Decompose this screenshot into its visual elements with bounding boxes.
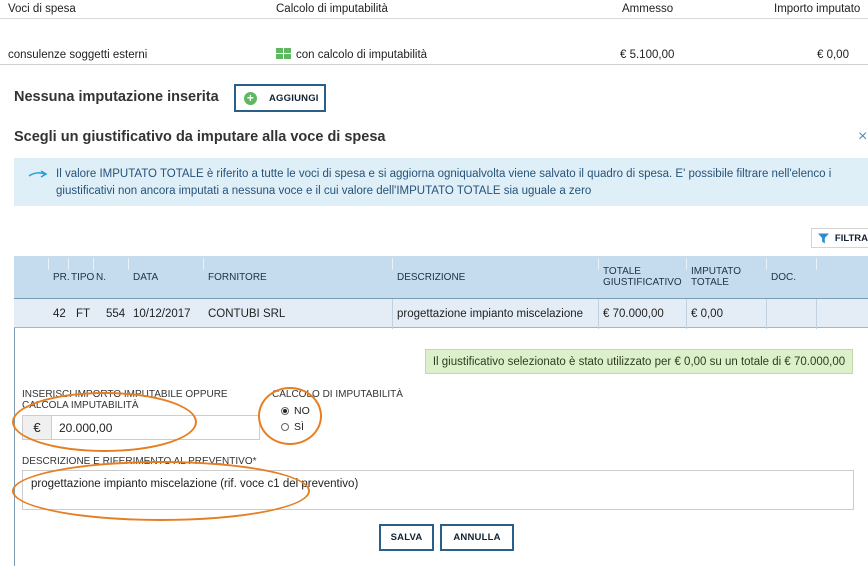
cell-pr: 42 — [53, 308, 66, 320]
th-separator — [48, 258, 49, 270]
filter-button[interactable]: FILTRA — [811, 228, 868, 248]
th-separator — [392, 258, 393, 270]
th-separator — [816, 258, 817, 270]
th-imputato-line1: IMPUTATO — [691, 266, 741, 277]
add-imputation-label: AGGIUNGI — [269, 92, 319, 104]
radio-no[interactable]: NO — [281, 405, 310, 417]
funnel-icon — [818, 232, 829, 244]
column-divider — [816, 299, 817, 329]
importo-label-line2: CALCOLA IMPUTABILITÀ — [22, 400, 139, 411]
save-button[interactable]: SALVA — [379, 524, 434, 551]
calcolo-imputabilita-value: con calcolo di imputabilità — [296, 49, 428, 61]
filter-label: FILTRA — [834, 232, 868, 244]
radio-si-label: SÌ — [294, 421, 304, 433]
voce-di-spesa: consulenze soggetti esterni — [8, 49, 148, 61]
info-text: Il valore IMPUTATO TOTALE è riferito a t… — [56, 168, 832, 197]
th-separator — [128, 258, 129, 270]
section-title: Scegli un giustificativo da imputare all… — [14, 129, 386, 145]
cell-data: 10/12/2017 — [133, 308, 191, 320]
th-separator — [68, 258, 69, 270]
importo-label-line1: INSERISCI IMPORTO IMPUTABILE OPPURE — [22, 389, 228, 400]
cell-descrizione: progettazione impianto miscelazione — [397, 308, 584, 320]
th-imputato-totale[interactable]: IMPUTATO TOTALE — [691, 256, 741, 298]
column-divider — [392, 299, 393, 329]
cell-totale: € 70.000,00 — [603, 308, 664, 320]
descrizione-input[interactable]: progettazione impianto miscelazione (rif… — [22, 470, 854, 510]
summary-header-row: Voci di spesa Calcolo di imputabilità Am… — [0, 0, 868, 19]
cell-fornitore: CONTUBI SRL — [208, 308, 286, 320]
importo-value: 20.000,00 — [59, 421, 113, 435]
th-separator — [686, 258, 687, 270]
grid-icon — [276, 48, 292, 60]
radio-si-indicator — [281, 423, 289, 431]
calcolo-imputabilita-cell: con calcolo di imputabilità — [276, 48, 427, 61]
th-separator — [203, 258, 204, 270]
radio-no-indicator — [281, 407, 289, 415]
th-separator — [598, 258, 599, 270]
header-ammesso: Ammesso — [622, 3, 674, 15]
th-imputato-line2: TOTALE — [691, 277, 729, 288]
currency-addon: € — [23, 416, 52, 439]
th-n[interactable]: N. — [96, 256, 106, 298]
th-data[interactable]: DATA — [133, 256, 158, 298]
cell-imputato: € 0,00 — [691, 308, 723, 320]
importo-input[interactable]: € 20.000,00 — [22, 415, 260, 440]
header-voci-di-spesa: Voci di spesa — [8, 3, 76, 15]
importo-imputato-value: € 0,00 — [817, 49, 849, 61]
th-tipo[interactable]: TIPO — [71, 256, 94, 298]
importo-label: INSERISCI IMPORTO IMPUTABILE OPPURE CALC… — [22, 389, 228, 411]
th-totale-giustificativo[interactable]: TOTALE GIUSTIFICATIVO — [603, 256, 682, 298]
th-separator — [766, 258, 767, 270]
cell-tipo: FT — [76, 308, 91, 320]
th-totale-line1: TOTALE — [603, 266, 641, 277]
calcolo-label: CALCOLO DI IMPUTABILITÀ — [272, 389, 403, 400]
radio-si[interactable]: SÌ — [281, 421, 304, 433]
table-header: PR. TIPO N. DATA FORNITORE DESCRIZIONE T… — [14, 256, 868, 298]
add-imputation-button[interactable]: + AGGIUNGI — [234, 84, 326, 112]
th-separator — [93, 258, 94, 270]
column-divider — [766, 299, 767, 329]
table-row[interactable]: 42 FT 554 10/12/2017 CONTUBI SRL progett… — [14, 298, 868, 329]
header-calcolo-imputabilita: Calcolo di imputabilità — [276, 3, 388, 15]
column-divider — [686, 299, 687, 329]
th-doc[interactable]: DOC. — [771, 256, 796, 298]
th-fornitore[interactable]: FORNITORE — [208, 256, 267, 298]
th-totale-line2: GIUSTIFICATIVO — [603, 277, 682, 288]
descrizione-label: DESCRIZIONE E RIFERIMENTO AL PREVENTIVO* — [22, 456, 257, 467]
no-imputation-title: Nessuna imputazione inserita — [14, 89, 219, 105]
descrizione-value: progettazione impianto miscelazione (rif… — [31, 478, 359, 490]
close-icon[interactable]: × — [858, 128, 867, 146]
ammesso-value: € 5.100,00 — [620, 49, 675, 61]
info-box: Il valore IMPUTATO TOTALE è riferito a t… — [14, 158, 868, 206]
cell-n: 554 — [106, 308, 126, 320]
radio-no-label: NO — [294, 405, 310, 417]
arrow-right-icon — [28, 170, 48, 178]
header-importo-imputato: Importo imputato — [774, 3, 861, 15]
column-divider — [598, 299, 599, 329]
usage-message: Il giustificativo selezionato è stato ut… — [425, 349, 853, 374]
plus-circle-icon: + — [244, 91, 257, 105]
cancel-button[interactable]: ANNULLA — [440, 524, 514, 551]
summary-data-row: consulenze soggetti esterni con calcolo … — [0, 46, 868, 65]
th-descrizione[interactable]: DESCRIZIONE — [397, 256, 465, 298]
